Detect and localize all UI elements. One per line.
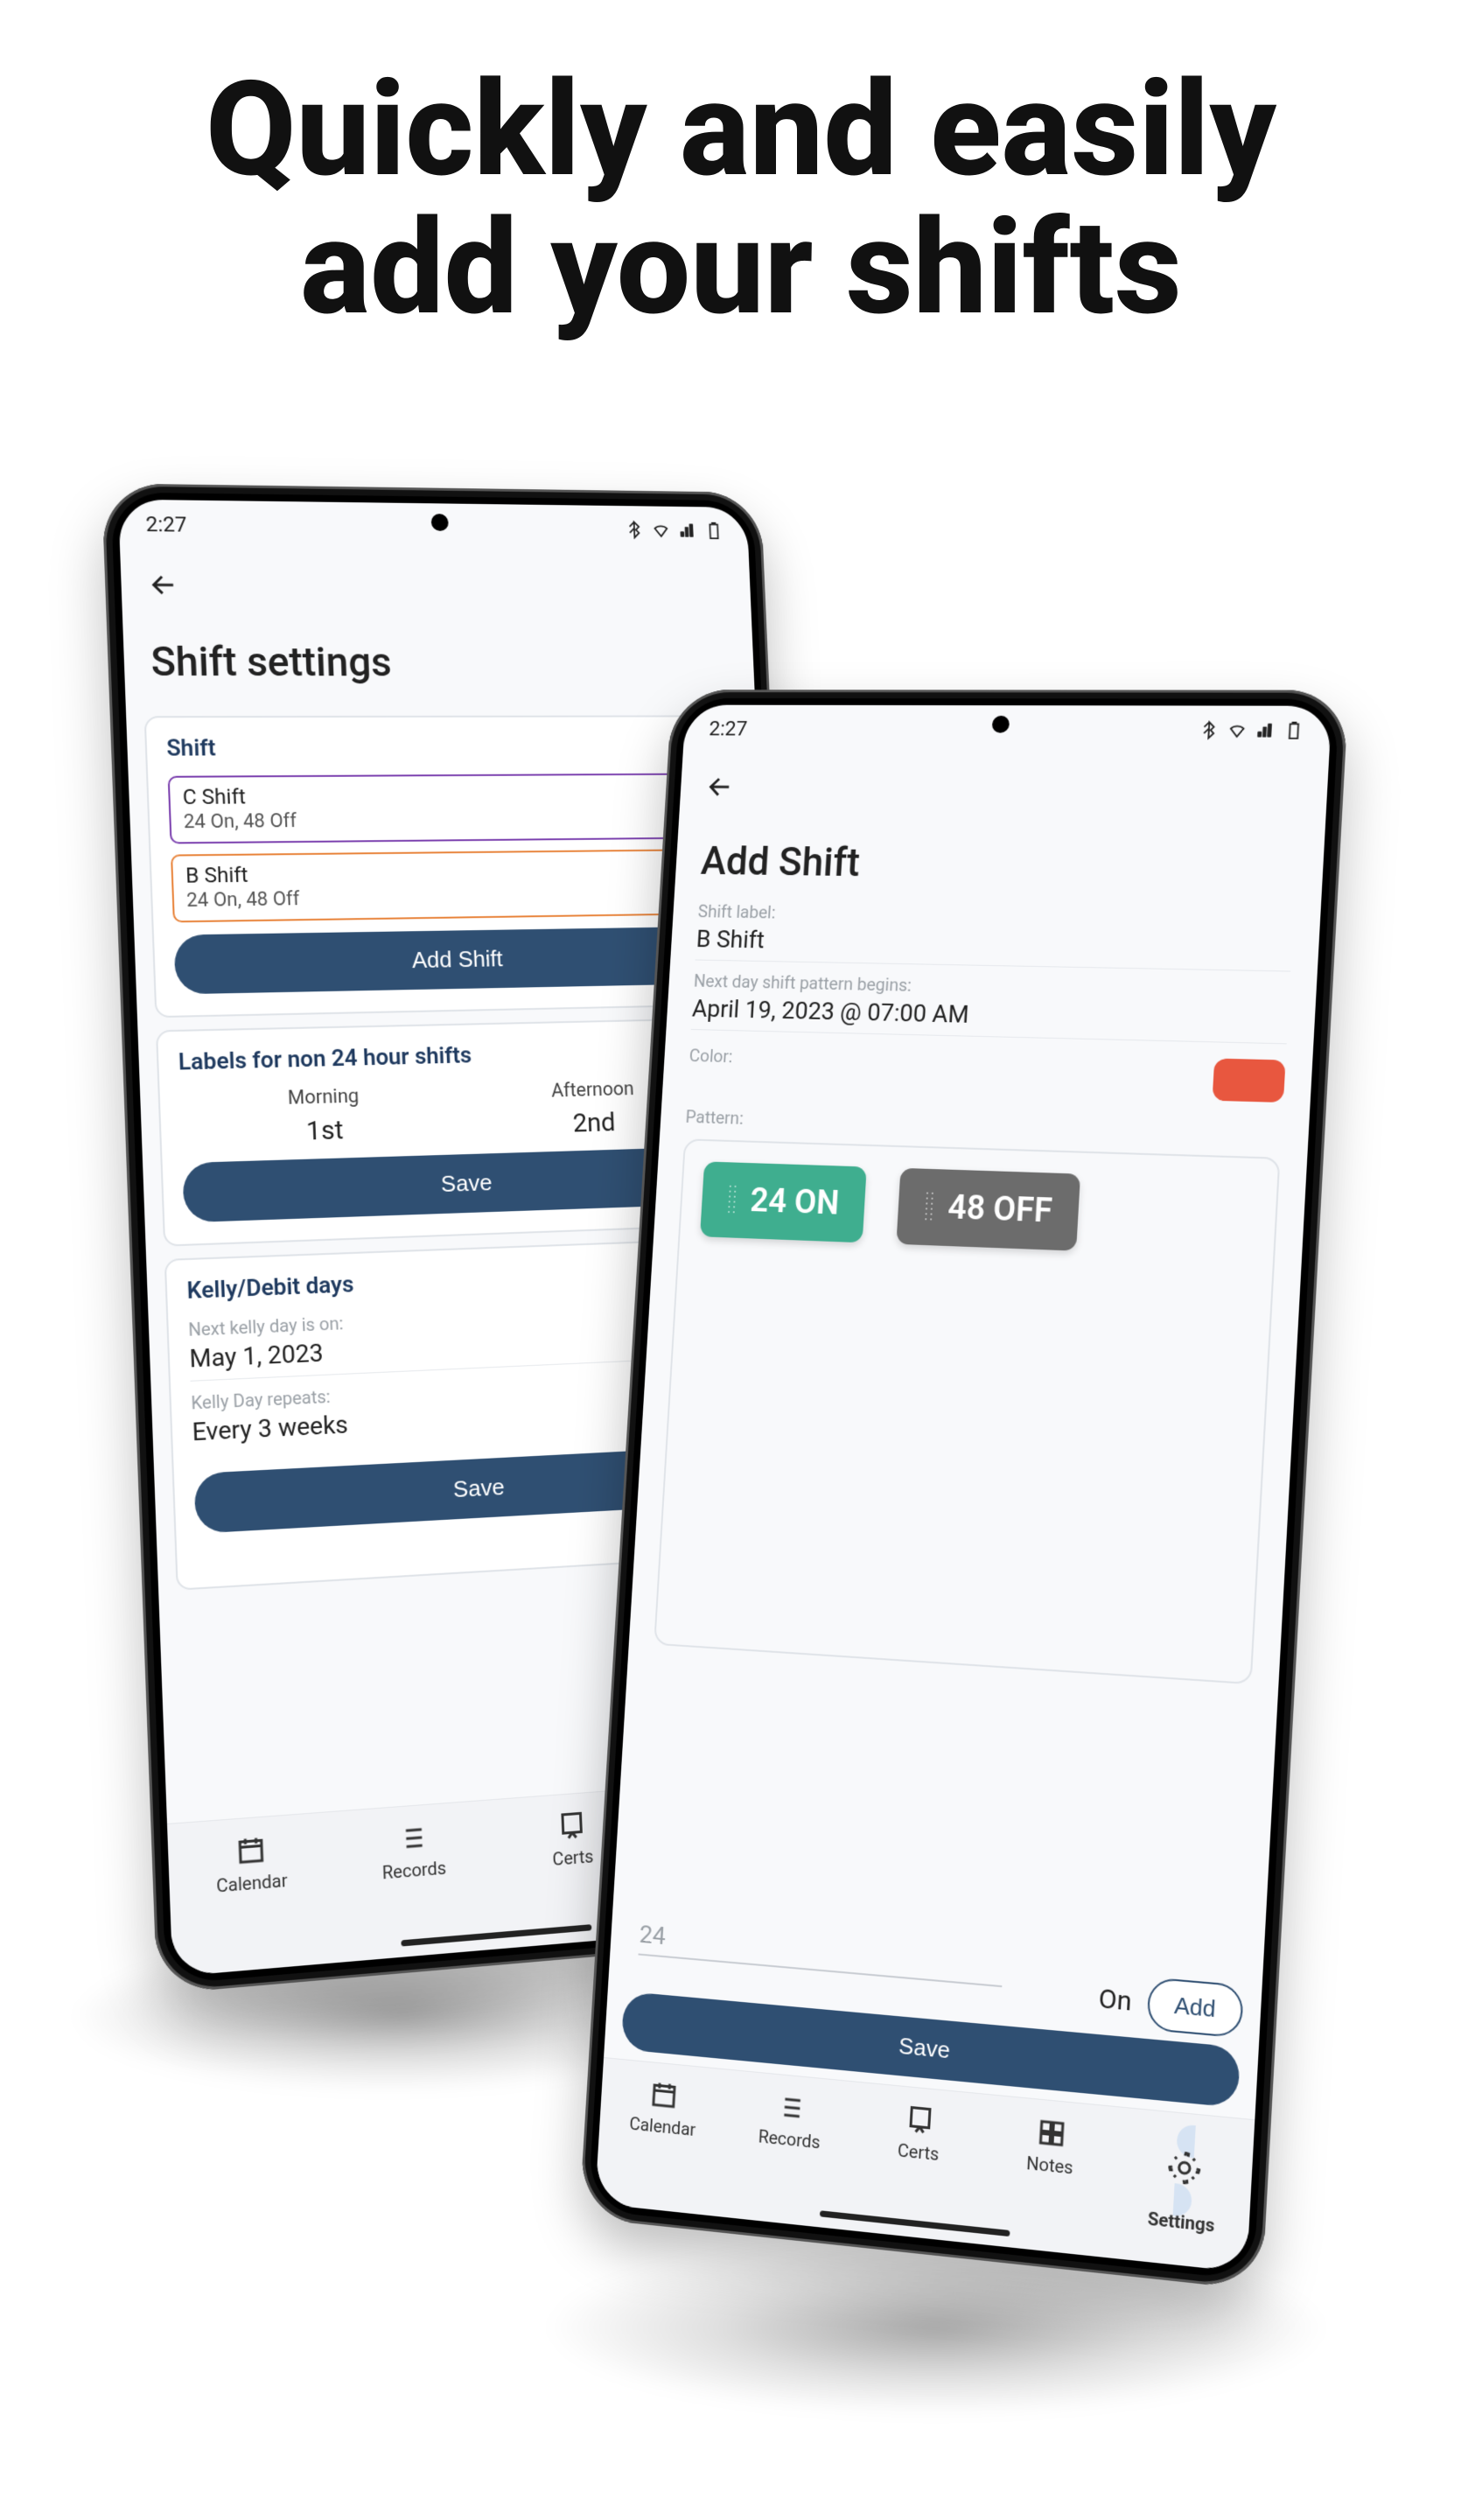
page-title: Shift settings xyxy=(122,612,755,704)
pattern-chip-off[interactable]: 48 OFF xyxy=(896,1168,1080,1251)
back-icon[interactable] xyxy=(148,570,179,599)
wifi-icon xyxy=(1227,720,1247,739)
nav-label: Notes xyxy=(996,2149,1103,2181)
phone-mockup-right: 2:27 Add Shift Shift label: B Shift Next… xyxy=(579,690,1349,2290)
calendar-icon xyxy=(648,2078,680,2112)
drag-handle-icon[interactable] xyxy=(726,1184,740,1217)
on-off-toggle[interactable]: On xyxy=(1098,1984,1133,2018)
color-swatch[interactable] xyxy=(1213,1059,1286,1103)
shift-name: C Shift xyxy=(182,781,710,809)
nav-certs[interactable]: Certs xyxy=(866,2099,973,2167)
nav-records[interactable]: Records xyxy=(360,1818,467,1886)
nav-notes[interactable]: Notes xyxy=(996,2112,1105,2181)
label-value[interactable]: 2nd xyxy=(552,1107,636,1139)
shift-pattern: 24 On, 48 Off xyxy=(186,883,715,912)
nav-calendar[interactable]: Calendar xyxy=(612,2075,716,2142)
list-icon xyxy=(775,2090,807,2124)
label-value[interactable]: 1st xyxy=(289,1115,361,1148)
calendar-icon xyxy=(234,1833,268,1868)
wifi-icon xyxy=(652,521,671,540)
label-header: Morning xyxy=(287,1086,359,1110)
battery-icon xyxy=(1283,720,1304,739)
bluetooth-icon xyxy=(625,520,644,539)
nav-label: Settings xyxy=(1127,2206,1235,2238)
pattern-chip-on[interactable]: 24 ON xyxy=(700,1161,867,1242)
headline-line-2: add your shifts xyxy=(0,200,1482,338)
shift-label-field[interactable]: B Shift xyxy=(696,925,1293,972)
nav-label: Calendar xyxy=(198,1868,306,1898)
shift-pattern: 24 On, 48 Off xyxy=(183,807,710,833)
camera-hole xyxy=(431,514,449,531)
gear-icon xyxy=(1167,2150,1201,2186)
field-label: Pattern: xyxy=(685,1106,1283,1144)
drag-handle-icon[interactable] xyxy=(923,1191,937,1224)
signal-icon xyxy=(1255,720,1276,739)
pattern-start-field[interactable]: April 19, 2023 @ 07:00 AM xyxy=(691,994,1289,1044)
field-label: Color: xyxy=(689,1045,733,1067)
nav-records[interactable]: Records xyxy=(738,2087,842,2155)
certificate-icon xyxy=(556,1809,588,1843)
bluetooth-icon xyxy=(1199,720,1219,739)
chip-text: 24 ON xyxy=(749,1182,840,1223)
nav-label: Records xyxy=(738,2124,841,2155)
status-time: 2:27 xyxy=(709,717,748,740)
add-pattern-button[interactable]: Add xyxy=(1146,1977,1244,2038)
add-shift-button[interactable]: Add Shift xyxy=(173,927,731,995)
marketing-headline: Quickly and easily add your shifts xyxy=(0,61,1482,337)
status-bar: 2:27 xyxy=(683,705,1332,754)
certificate-icon xyxy=(904,2103,937,2138)
nav-label: Calendar xyxy=(612,2111,714,2142)
grid-icon xyxy=(1035,2116,1068,2151)
label-header: Afternoon xyxy=(551,1078,634,1102)
nav-calendar[interactable]: Calendar xyxy=(196,1830,305,1898)
nav-settings[interactable]: Settings xyxy=(1127,2124,1240,2238)
chip-text: 48 OFF xyxy=(947,1188,1053,1230)
signal-icon xyxy=(678,521,697,540)
nav-label: Records xyxy=(361,1855,467,1885)
status-time: 2:27 xyxy=(145,512,187,537)
page-title: Add Shift xyxy=(674,813,1325,911)
shift-item[interactable]: C Shift 24 On, 48 Off xyxy=(168,773,725,844)
pattern-container: 24 ON 48 OFF xyxy=(654,1138,1280,1684)
back-icon[interactable] xyxy=(705,773,735,802)
battery-icon xyxy=(704,521,724,539)
list-icon xyxy=(396,1821,429,1855)
headline-line-1: Quickly and easily xyxy=(0,61,1482,200)
card-title: Shift xyxy=(166,734,722,762)
nav-label: Certs xyxy=(866,2137,971,2168)
shift-item[interactable]: B Shift 24 On, 48 Off xyxy=(171,849,728,922)
